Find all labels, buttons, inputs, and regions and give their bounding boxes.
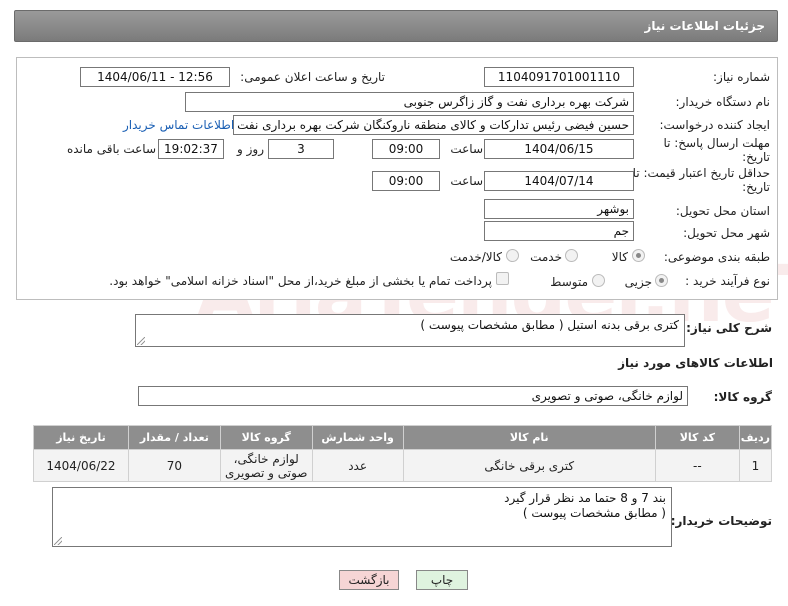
- days-label: روز و: [237, 142, 264, 156]
- table-row[interactable]: 1 -- کتری برقی خانگی عدد لوازم خانگی، صو…: [33, 449, 773, 482]
- cell-group: لوازم خانگی، صوتی و تصویری: [219, 449, 313, 482]
- category-radio-goods-service[interactable]: [506, 249, 519, 262]
- need-details-page: AriaTender.neT جزئیات اطلاعات نیاز شماره…: [0, 0, 788, 606]
- city-field[interactable]: جم: [484, 221, 634, 241]
- buyer-notes-line-1: بند 7 و 8 حتما مد نظر قرار گیرد: [504, 491, 666, 505]
- page-header: جزئیات اطلاعات نیاز: [14, 10, 778, 42]
- deadline-label: مهلت ارسال پاسخ: تا تاریخ:: [663, 136, 770, 164]
- treasury-payment-note: پرداخت تمام یا بخشی از مبلغ خرید،از محل …: [109, 274, 492, 288]
- buyer-notes-label: توضیحات خریدار:: [670, 514, 772, 528]
- summary-text: کتری برقی بدنه استیل ( مطابق مشخصات پیوس…: [420, 318, 679, 332]
- col-header-group: گروه کالا: [219, 425, 313, 450]
- buyer-org-field[interactable]: شرکت بهره برداری نفت و گاز زاگرس جنوبی: [185, 92, 634, 112]
- category-radio-goods[interactable]: [632, 249, 645, 262]
- buyer-org-label: نام دستگاه خریدار:: [675, 95, 771, 109]
- days-remaining-field[interactable]: 3: [268, 139, 334, 159]
- goods-group-label: گروه کالا:: [713, 390, 772, 404]
- cell-quantity: 70: [127, 449, 221, 482]
- price-validity-time-label: ساعت: [450, 174, 483, 188]
- remaining-time-label: ساعت باقی مانده: [66, 142, 156, 156]
- col-header-item-code: کد کالا: [654, 425, 740, 450]
- creator-field[interactable]: حسین فیضی رئیس تدارکات و کالای منطقه نار…: [233, 115, 634, 135]
- price-validity-date-field[interactable]: 1404/07/14: [484, 171, 634, 191]
- items-table: ردیف کد کالا نام کالا واحد شمارش گروه کا…: [33, 425, 773, 482]
- category-option-goods-service: کالا/خدمت: [449, 250, 502, 264]
- col-header-need-date: تاریخ نیاز: [33, 425, 129, 450]
- process-radio-minor[interactable]: [655, 274, 668, 287]
- province-label: استان محل تحویل:: [675, 204, 770, 218]
- process-type-label: نوع فرآیند خرید :: [685, 274, 770, 288]
- cell-item-name: کتری برقی خانگی: [402, 449, 656, 482]
- col-header-unit: واحد شمارش: [311, 425, 404, 450]
- resize-grip-icon[interactable]: [54, 537, 62, 545]
- col-header-item-name: نام کالا: [402, 425, 656, 450]
- summary-field[interactable]: کتری برقی بدنه استیل ( مطابق مشخصات پیوس…: [135, 314, 685, 347]
- price-validity-label: حداقل تاریخ اعتبار قیمت: تا تاریخ:: [632, 166, 770, 194]
- category-option-goods: کالا: [611, 250, 628, 264]
- buyer-notes-field[interactable]: بند 7 و 8 حتما مد نظر قرار گیرد ( مطابق …: [52, 487, 672, 547]
- cell-row-number: 1: [738, 449, 773, 482]
- buyer-notes-line-2: ( مطابق مشخصات پیوست ): [522, 506, 666, 520]
- print-button[interactable]: چاپ: [416, 570, 468, 590]
- table-header-row: ردیف کد کالا نام کالا واحد شمارش گروه کا…: [33, 425, 773, 450]
- cell-need-date: 1404/06/22: [33, 449, 129, 482]
- col-header-quantity: تعداد / مقدار: [127, 425, 221, 450]
- category-option-service: خدمت: [530, 250, 562, 264]
- remaining-time-field[interactable]: 19:02:37: [158, 139, 224, 159]
- category-label: طبقه بندی موضوعی:: [663, 250, 770, 264]
- col-header-row-number: ردیف: [738, 425, 773, 450]
- treasury-payment-checkbox[interactable]: [496, 272, 509, 285]
- cell-unit: عدد: [311, 449, 404, 482]
- page-title: جزئیات اطلاعات نیاز: [644, 19, 765, 33]
- goods-section-title: اطلاعات کالاهای مورد نیاز: [618, 356, 773, 370]
- announce-date-label: تاریخ و ساعت اعلان عمومی:: [240, 70, 385, 84]
- city-label: شهر محل تحویل:: [683, 226, 770, 240]
- need-number-label: شماره نیاز:: [713, 70, 770, 84]
- back-button[interactable]: بازگشت: [339, 570, 399, 590]
- deadline-date-field[interactable]: 1404/06/15: [484, 139, 634, 159]
- summary-label: شرح کلی نیاز:: [686, 321, 772, 335]
- process-option-medium: متوسط: [550, 275, 588, 289]
- process-option-minor: جزیی: [624, 275, 652, 289]
- creator-label: ایجاد کننده درخواست:: [659, 118, 770, 132]
- resize-grip-icon[interactable]: [137, 337, 145, 345]
- announce-date-field[interactable]: 1404/06/11 - 12:56: [80, 67, 230, 87]
- cell-item-code: --: [654, 449, 740, 482]
- province-field[interactable]: بوشهر: [484, 199, 634, 219]
- price-validity-time-field[interactable]: 09:00: [372, 171, 440, 191]
- buyer-contact-link[interactable]: اطلاعات تماس خریدار: [123, 118, 234, 132]
- deadline-time-label: ساعت: [450, 142, 483, 156]
- process-radio-medium[interactable]: [592, 274, 605, 287]
- category-radio-service[interactable]: [565, 249, 578, 262]
- need-number-field[interactable]: 1104091701001110: [484, 67, 634, 87]
- goods-group-field[interactable]: لوازم خانگی، صوتی و تصویری: [138, 386, 688, 406]
- deadline-time-field[interactable]: 09:00: [372, 139, 440, 159]
